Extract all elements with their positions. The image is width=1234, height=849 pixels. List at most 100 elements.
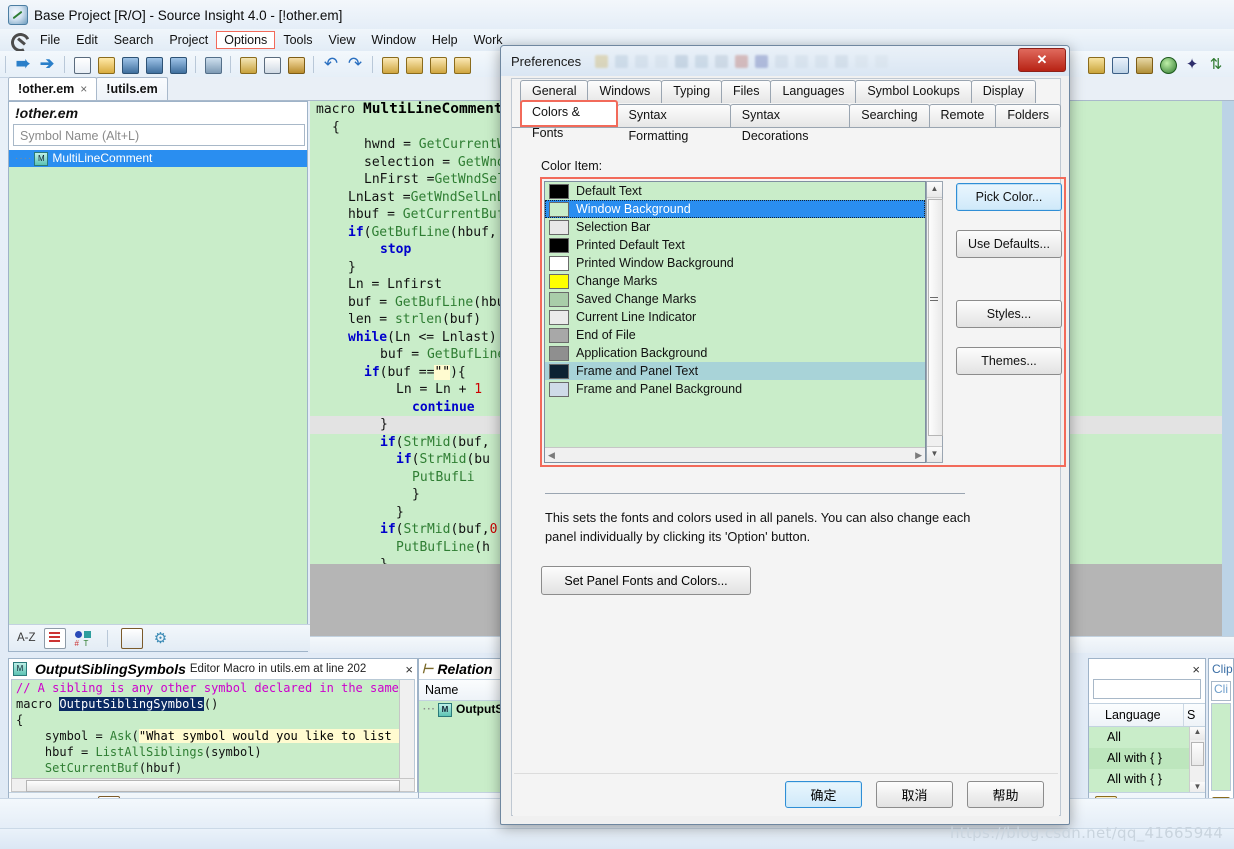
menu-search[interactable]: Search xyxy=(106,31,162,49)
tab-folders[interactable]: Folders xyxy=(995,104,1061,127)
browse-web-icon[interactable] xyxy=(1157,54,1179,75)
menu-project[interactable]: Project xyxy=(161,31,216,49)
color-item-row[interactable]: Printed Window Background xyxy=(545,254,925,272)
color-item-row[interactable]: Default Text xyxy=(545,182,925,200)
color-item-row[interactable]: Printed Default Text xyxy=(545,236,925,254)
use-defaults-button[interactable]: Use Defaults... xyxy=(956,230,1062,258)
menu-options[interactable]: Options xyxy=(216,31,276,49)
sync-icon[interactable]: ⇅ xyxy=(1205,54,1227,75)
forward-arrow-icon[interactable]: ➔ xyxy=(36,54,58,75)
scroll-right-icon[interactable]: ▶ xyxy=(915,450,922,461)
color-item-row[interactable]: Saved Change Marks xyxy=(545,290,925,308)
list-view-icon[interactable] xyxy=(43,627,66,649)
tab-syntax-formatting[interactable]: Syntax Formatting xyxy=(616,104,731,143)
relation-window-icon[interactable] xyxy=(1085,54,1107,75)
search-down-icon[interactable] xyxy=(427,54,449,75)
color-item-row[interactable]: Window Background xyxy=(545,200,925,218)
color-item-row[interactable]: Change Marks xyxy=(545,272,925,290)
tab-files[interactable]: Files xyxy=(721,80,772,103)
symbol-list-item[interactable]: ···· M MultiLineComment xyxy=(9,150,307,167)
undo-icon[interactable]: ↶ xyxy=(320,54,342,75)
menu-tools[interactable]: Tools xyxy=(275,31,320,49)
output-code-view[interactable]: // A sibling is any other symbol declare… xyxy=(11,679,415,785)
tab-display[interactable]: Display xyxy=(970,80,1036,103)
clip-list[interactable] xyxy=(1211,703,1231,791)
search-icon[interactable] xyxy=(379,54,401,75)
set-panel-fonts-and-colors-button[interactable]: Set Panel Fonts and Colors... xyxy=(541,566,751,595)
cut-icon[interactable] xyxy=(237,54,259,75)
editor-vertical-scrollbar[interactable] xyxy=(1222,101,1234,652)
ok-button[interactable]: 确定 xyxy=(785,781,862,808)
color-item-list[interactable]: Default Text Window Background Selection B… xyxy=(544,181,926,463)
back-arrow-icon[interactable]: ➠ xyxy=(12,54,34,75)
symbol-search-input[interactable]: Symbol Name (Alt+L) xyxy=(13,124,305,146)
tab-languages[interactable]: Languages xyxy=(770,80,857,103)
context-window-icon[interactable] xyxy=(1109,54,1131,75)
scroll-down-icon[interactable]: ▼ xyxy=(927,446,942,462)
search-up-icon[interactable] xyxy=(403,54,425,75)
redo-icon[interactable]: ↷ xyxy=(344,54,366,75)
menu-view[interactable]: View xyxy=(321,31,364,49)
language-row[interactable]: All with { } xyxy=(1089,748,1205,769)
copy-icon[interactable] xyxy=(261,54,283,75)
color-item-row[interactable]: Application Background xyxy=(545,344,925,362)
gear-icon[interactable]: ⚙ xyxy=(151,629,171,648)
menu-edit[interactable]: Edit xyxy=(68,31,106,49)
tab-other-em[interactable]: !other.em × xyxy=(8,77,98,100)
symbol-types-icon[interactable]: # T xyxy=(74,629,94,648)
open-folder-icon[interactable] xyxy=(95,54,117,75)
output-vertical-scrollbar[interactable] xyxy=(399,680,414,784)
color-item-row[interactable]: Frame and Panel Text xyxy=(545,362,925,380)
save-as-icon[interactable] xyxy=(167,54,189,75)
color-swatch xyxy=(549,183,569,199)
close-icon[interactable]: ✕ xyxy=(1018,48,1066,72)
symbol-window-icon[interactable] xyxy=(1133,54,1155,75)
color-swatch xyxy=(549,363,569,379)
cancel-button[interactable]: 取消 xyxy=(876,781,953,808)
themes-button[interactable]: Themes... xyxy=(956,347,1062,375)
menu-file[interactable]: File xyxy=(32,31,68,49)
menu-help[interactable]: Help xyxy=(424,31,466,49)
tab-searching[interactable]: Searching xyxy=(849,104,930,127)
bird-icon[interactable]: ✦ xyxy=(1181,54,1203,75)
color-list-horizontal-scrollbar[interactable]: ◀ ▶ xyxy=(545,447,925,462)
tab-remote[interactable]: Remote xyxy=(928,104,997,127)
close-icon[interactable]: × xyxy=(405,662,413,677)
color-item-row[interactable]: Current Line Indicator xyxy=(545,308,925,326)
book-icon[interactable] xyxy=(120,627,143,649)
print-icon[interactable] xyxy=(202,54,224,75)
scrollbar-thumb[interactable] xyxy=(928,199,943,436)
help-button[interactable]: 帮助 xyxy=(967,781,1044,808)
language-row[interactable]: All with { } xyxy=(1089,769,1205,790)
tab-syntax-decorations[interactable]: Syntax Decorations xyxy=(729,104,851,143)
color-swatch xyxy=(549,201,569,217)
tab-utils-em[interactable]: !utils.em xyxy=(96,77,168,100)
search-files-icon[interactable] xyxy=(451,54,473,75)
pick-color-button[interactable]: Pick Color... xyxy=(956,183,1062,211)
color-item-row[interactable]: End of File xyxy=(545,326,925,344)
scroll-up-icon[interactable]: ▲ xyxy=(927,182,942,198)
color-item-row[interactable]: Frame and Panel Background xyxy=(545,380,925,398)
paste-icon[interactable] xyxy=(285,54,307,75)
scroll-left-icon[interactable]: ◀ xyxy=(548,450,555,461)
close-icon[interactable]: × xyxy=(1192,662,1200,677)
new-file-icon[interactable] xyxy=(71,54,93,75)
tab-colors-and-fonts[interactable]: Colors & Fonts xyxy=(520,100,618,140)
output-horizontal-scrollbar[interactable] xyxy=(11,778,415,792)
menu-window[interactable]: Window xyxy=(363,31,423,49)
close-icon[interactable]: × xyxy=(80,82,87,96)
language-row[interactable]: All xyxy=(1089,727,1205,748)
tab-typing[interactable]: Typing xyxy=(661,80,723,103)
styles-button[interactable]: Styles... xyxy=(956,300,1062,328)
a-z-sort-icon[interactable]: A-Z xyxy=(17,632,36,644)
clip-search-field[interactable]: Cli xyxy=(1211,681,1231,701)
tab-symbol-lookups[interactable]: Symbol Lookups xyxy=(855,80,972,103)
save-icon[interactable] xyxy=(119,54,141,75)
color-item-row[interactable]: Selection Bar xyxy=(545,218,925,236)
language-vertical-scrollbar[interactable]: ▲ ▼ xyxy=(1189,727,1205,795)
color-list-vertical-scrollbar[interactable]: ▲ ▼ xyxy=(926,181,943,463)
language-filter-input[interactable] xyxy=(1093,679,1201,699)
relation-row[interactable]: ··· M OutputS xyxy=(419,701,509,718)
tab-label: !utils.em xyxy=(106,82,158,96)
save-all-icon[interactable] xyxy=(143,54,165,75)
